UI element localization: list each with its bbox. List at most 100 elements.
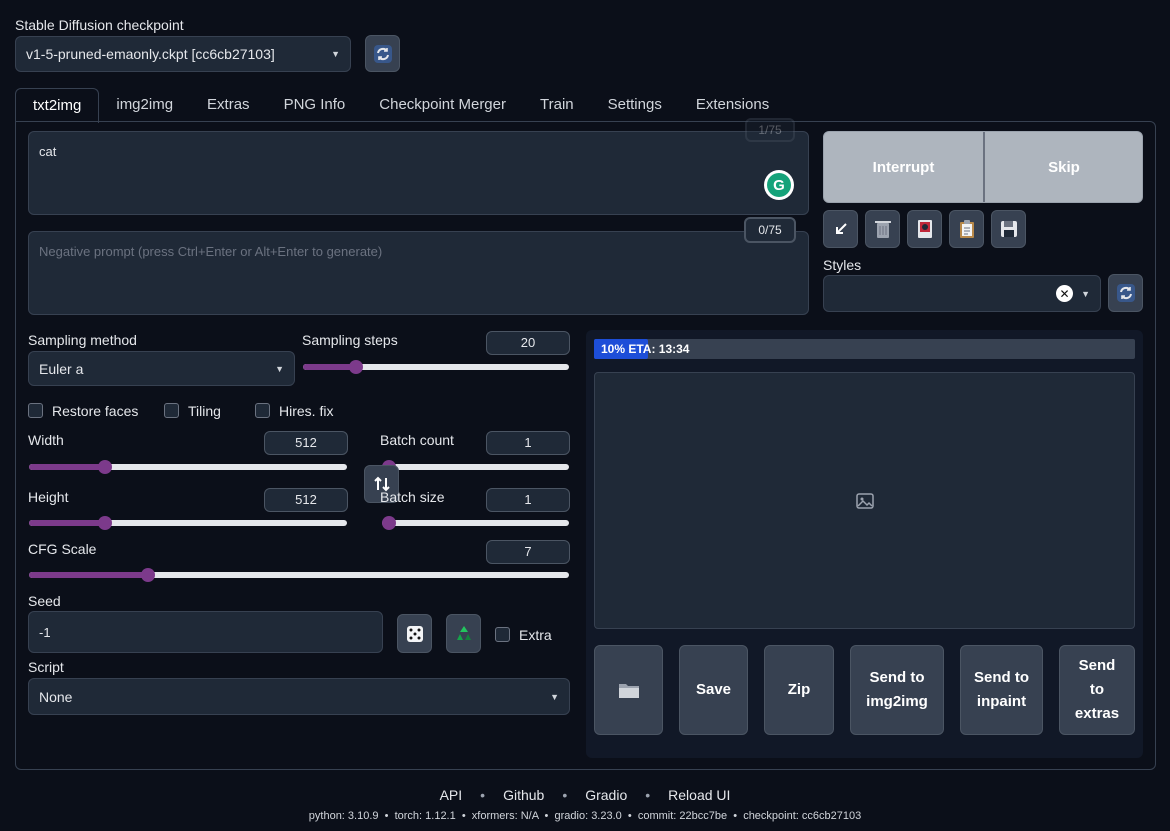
- chevron-down-icon: ▼: [550, 691, 559, 702]
- width-input[interactable]: 512: [264, 431, 348, 455]
- tab-checkpoint-merger[interactable]: Checkpoint Merger: [362, 88, 523, 121]
- open-folder-button[interactable]: [594, 645, 663, 735]
- slider-thumb[interactable]: [140, 568, 155, 582]
- sampling-method-dropdown[interactable]: Euler a ▼: [28, 351, 295, 386]
- script-dropdown[interactable]: None ▼: [28, 678, 570, 715]
- height-input[interactable]: 512: [264, 488, 348, 512]
- clear-icon[interactable]: ✕: [1056, 285, 1074, 302]
- seed-value: -1: [39, 624, 51, 640]
- hires-fix-label: Hires. fix: [279, 403, 334, 419]
- prompt-token-counter: 1/75: [745, 118, 795, 142]
- extra-networks-button[interactable]: [907, 210, 942, 248]
- grammarly-button[interactable]: G: [764, 170, 794, 200]
- sampling-steps-input[interactable]: 20: [486, 331, 570, 355]
- footer-link-gradio[interactable]: Gradio: [585, 787, 627, 803]
- floppy-disk-icon: [1000, 221, 1017, 237]
- height-label: Height: [28, 489, 69, 505]
- dice-icon: [406, 625, 423, 642]
- script-value: None: [39, 688, 73, 705]
- random-seed-button[interactable]: [397, 614, 432, 653]
- slider-fill: [29, 520, 106, 526]
- chevron-down-icon: ▼: [331, 49, 340, 59]
- cfg-scale-input[interactable]: 7: [486, 540, 570, 564]
- extra-seed-label: Extra: [519, 627, 552, 643]
- tab-txt2img[interactable]: txt2img: [15, 88, 100, 123]
- footer-link-github[interactable]: Github: [503, 787, 544, 803]
- batch-size-input[interactable]: 1: [486, 488, 570, 512]
- save-style-button[interactable]: [991, 210, 1026, 248]
- footer-link-api[interactable]: API: [440, 787, 463, 803]
- picture-card-icon: [917, 220, 932, 238]
- batch-size-slider[interactable]: [382, 516, 569, 530]
- restore-faces-checkbox[interactable]: [28, 403, 43, 418]
- batch-count-slider[interactable]: [382, 460, 569, 474]
- send-to-inpaint-button[interactable]: Send to inpaint: [960, 645, 1043, 735]
- sampling-method-label: Sampling method: [28, 332, 137, 348]
- skip-button[interactable]: Skip: [985, 132, 1143, 202]
- interrupt-skip-group: Interrupt Skip: [823, 131, 1143, 203]
- restore-faces-label: Restore faces: [52, 403, 139, 419]
- tab-train[interactable]: Train: [523, 88, 591, 121]
- separator: •: [480, 787, 486, 803]
- interrupt-button[interactable]: Interrupt: [824, 132, 983, 202]
- cfg-scale-slider[interactable]: [29, 568, 569, 582]
- save-button[interactable]: Save: [679, 645, 748, 735]
- separator: •: [562, 787, 568, 803]
- prompt-textarea[interactable]: cat: [28, 131, 809, 215]
- negative-prompt-placeholder: Negative prompt (press Ctrl+Enter or Alt…: [39, 244, 383, 259]
- footer-links: API • Github • Gradio • Reload UI: [0, 787, 1170, 803]
- tab-settings[interactable]: Settings: [591, 88, 679, 121]
- tab-extras[interactable]: Extras: [190, 88, 267, 121]
- clipboard-icon: [959, 220, 974, 238]
- send-to-img2img-button[interactable]: Send to img2img: [850, 645, 944, 735]
- prompt-text: cat: [39, 144, 57, 159]
- read-params-button[interactable]: [823, 210, 858, 248]
- sampling-method-value: Euler a: [39, 360, 84, 377]
- checkpoint-label: Stable Diffusion checkpoint: [15, 17, 184, 33]
- image-gallery[interactable]: [594, 372, 1135, 629]
- sampling-steps-label: Sampling steps: [302, 332, 398, 348]
- sampling-steps-slider[interactable]: [303, 360, 569, 374]
- refresh-styles-button[interactable]: [1108, 274, 1143, 312]
- slider-thumb[interactable]: [382, 516, 396, 530]
- negative-token-counter: 0/75: [744, 217, 796, 243]
- footer-link-reload-ui[interactable]: Reload UI: [668, 787, 730, 803]
- zip-button[interactable]: Zip: [764, 645, 834, 735]
- batch-count-input[interactable]: 1: [486, 431, 570, 455]
- refresh-checkpoint-button[interactable]: [365, 35, 400, 72]
- grammarly-icon: G: [767, 173, 791, 197]
- tab-extensions[interactable]: Extensions: [679, 88, 786, 121]
- negative-prompt-textarea[interactable]: Negative prompt (press Ctrl+Enter or Alt…: [28, 231, 809, 315]
- tiling-checkbox[interactable]: [164, 403, 179, 418]
- checkpoint-value: v1-5-pruned-emaonly.ckpt [cc6cb27103]: [26, 46, 275, 62]
- tab-img2img[interactable]: img2img: [99, 88, 190, 121]
- send-to-extras-button[interactable]: Send to extras: [1059, 645, 1135, 735]
- slider-fill: [29, 464, 106, 470]
- seed-input[interactable]: -1: [28, 611, 383, 653]
- batch-count-label: Batch count: [380, 432, 454, 448]
- styles-dropdown[interactable]: ✕ ▼: [823, 275, 1101, 312]
- tab-png-info[interactable]: PNG Info: [267, 88, 363, 121]
- hires-fix-checkbox[interactable]: [255, 403, 270, 418]
- width-slider[interactable]: [29, 460, 347, 474]
- reuse-seed-button[interactable]: [446, 614, 481, 653]
- separator: •: [645, 787, 651, 803]
- height-slider[interactable]: [29, 516, 347, 530]
- checkpoint-dropdown[interactable]: v1-5-pruned-emaonly.ckpt [cc6cb27103] ▼: [15, 36, 351, 72]
- width-label: Width: [28, 432, 64, 448]
- tiling-label: Tiling: [188, 403, 221, 419]
- styles-label: Styles: [823, 257, 862, 273]
- extra-seed-checkbox[interactable]: [495, 627, 510, 642]
- script-label: Script: [28, 659, 64, 675]
- clear-prompt-button[interactable]: [865, 210, 900, 248]
- chevron-down-icon: ▼: [275, 363, 284, 374]
- slider-fill: [29, 572, 148, 578]
- footer-version-info: python: 3.10.9 • torch: 1.12.1 • xformer…: [308, 810, 862, 822]
- refresh-icon: [373, 44, 392, 63]
- folder-icon: [618, 684, 639, 698]
- image-placeholder-icon: [855, 492, 874, 509]
- chevron-down-icon: ▼: [1081, 288, 1090, 299]
- batch-size-label: Batch size: [380, 489, 445, 505]
- apply-style-button[interactable]: [949, 210, 984, 248]
- main-tabs: txt2img img2img Extras PNG Info Checkpoi…: [15, 88, 786, 123]
